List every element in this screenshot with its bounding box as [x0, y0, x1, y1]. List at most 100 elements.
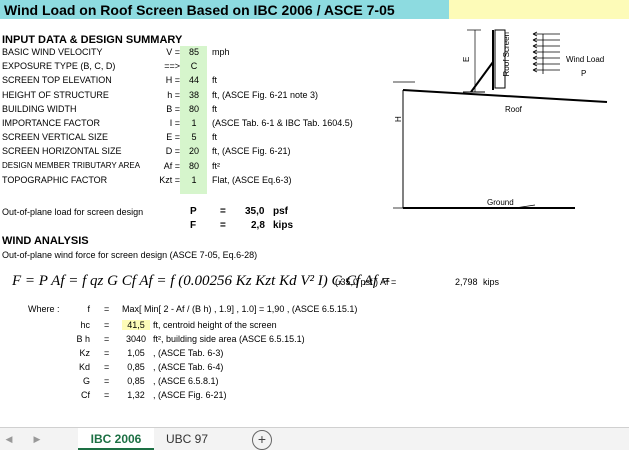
- where-eq: =: [104, 376, 110, 386]
- input-value-cell[interactable]: 20: [184, 145, 204, 158]
- where-symbol: Cf: [81, 390, 90, 400]
- where-eq: =: [104, 320, 110, 330]
- worksheet: Wind Load on Roof Screen Based on IBC 20…: [0, 0, 629, 427]
- input-symbol: h =: [167, 90, 180, 100]
- where-symbol: hc: [80, 320, 90, 330]
- where-description: ft, centroid height of the screen: [153, 320, 277, 330]
- input-value-cell[interactable]: C: [184, 60, 204, 73]
- where-description: , (ASCE Tab. 6-4): [153, 362, 224, 372]
- where-eq: =: [104, 390, 110, 400]
- formula-unit: kips: [483, 277, 500, 287]
- input-unit: (ASCE Tab. 6-1 & IBC Tab. 1604.5): [212, 118, 353, 128]
- input-unit: ft, (ASCE Fig. 6-21 note 3): [212, 90, 319, 100]
- f-value: 2,8: [251, 220, 265, 231]
- input-label: BASIC WIND VELOCITY: [2, 47, 103, 57]
- input-label: EXPOSURE TYPE (B, C, D): [2, 61, 116, 71]
- input-section-heading: INPUT DATA & DESIGN SUMMARY: [2, 34, 183, 46]
- formula-result: 2,798: [455, 277, 478, 287]
- title-bar-accent: [449, 0, 629, 19]
- wind-arrows: [532, 31, 560, 74]
- input-symbol: H =: [165, 75, 180, 85]
- input-label: SCREEN TOP ELEVATION: [2, 75, 112, 85]
- input-symbol: B =: [166, 104, 180, 114]
- formula-pressure: ( 35,0 psf ) Af =: [335, 277, 397, 287]
- p-symbol: P: [190, 206, 197, 217]
- where-value: 0,85: [127, 362, 145, 372]
- tab-ubc-97[interactable]: UBC 97: [156, 428, 218, 450]
- f-symbol: F: [190, 220, 197, 231]
- input-unit: ft: [212, 75, 218, 85]
- input-unit: Flat, (ASCE Eq.6-3): [212, 175, 292, 185]
- where-description: , (ASCE 6.5.8.1): [153, 376, 219, 386]
- p-value: 35,0: [245, 206, 265, 217]
- p-label: P: [581, 69, 586, 78]
- input-symbol: D =: [165, 146, 180, 156]
- input-symbol: I =: [169, 118, 180, 128]
- input-label: IMPORTANCE FACTOR: [2, 118, 101, 128]
- sheet-title: Wind Load on Roof Screen Based on IBC 20…: [4, 2, 395, 18]
- input-unit: ft²: [212, 161, 220, 171]
- roof-label: Roof: [505, 105, 523, 114]
- where-label: Where :: [28, 304, 60, 314]
- where-symbol: B h: [76, 334, 90, 344]
- where-symbol: G: [82, 376, 90, 386]
- sheet-tab-bar: ◀ ▶ IBC 2006 UBC 97 +: [0, 427, 629, 450]
- input-value-cell[interactable]: 80: [184, 160, 204, 173]
- where-eq: =: [104, 362, 110, 372]
- where-eq: =: [104, 334, 110, 344]
- where-value: 3040: [125, 334, 147, 344]
- input-unit: mph: [212, 47, 230, 57]
- input-label: BUILDING WIDTH: [2, 104, 77, 114]
- where-eq: =: [104, 348, 110, 358]
- input-value-cell[interactable]: 1: [184, 117, 204, 130]
- where-value: 0,85: [127, 376, 145, 386]
- input-label: SCREEN VERTICAL SIZE: [2, 132, 109, 142]
- ground-label: Ground: [487, 198, 514, 207]
- input-value-cell[interactable]: 85: [184, 46, 204, 59]
- input-symbol: Af =: [163, 161, 180, 171]
- roof-line: [402, 89, 608, 103]
- input-label: SCREEN HORIZONTAL SIZE: [2, 146, 122, 156]
- screen-label: Roof Screen: [502, 32, 511, 76]
- where-description: ft², building side area (ASCE 6.5.15.1): [153, 334, 305, 344]
- input-unit: ft, (ASCE Fig. 6-21): [212, 146, 291, 156]
- where-symbol: Kd: [78, 362, 90, 372]
- input-value-cell[interactable]: 44: [184, 74, 204, 87]
- input-symbol: Kzt =: [159, 175, 180, 185]
- input-symbol: ==>: [164, 61, 180, 71]
- scroll-left-icon[interactable]: ◀: [2, 428, 16, 450]
- where-symbol: f: [87, 304, 90, 314]
- where-value[interactable]: 41,5: [122, 320, 150, 330]
- input-value-cell[interactable]: 80: [184, 103, 204, 116]
- input-symbol: V =: [166, 47, 180, 57]
- where-value: 1,32: [127, 390, 145, 400]
- where-description: , (ASCE Tab. 6-3): [153, 348, 224, 358]
- where-symbol: Kz: [79, 348, 90, 358]
- where-eq: =: [104, 304, 110, 314]
- where-value: 1,05: [127, 348, 145, 358]
- p-eq: =: [220, 206, 226, 217]
- f-eq: =: [220, 220, 226, 231]
- f-expression: Max[ Min[ 2 - Af / (B h) , 1.9] , 1.0] =…: [122, 304, 358, 314]
- p-unit: psf: [273, 206, 288, 217]
- input-label: DESIGN MEMBER TRIBUTARY AREA: [2, 161, 141, 170]
- input-label: TOPOGRAPHIC FACTOR: [2, 175, 108, 185]
- scroll-right-icon[interactable]: ▶: [30, 428, 44, 450]
- f-unit: kips: [273, 220, 294, 231]
- wind-subheading: Out-of-plane wind force for screen desig…: [2, 250, 258, 260]
- add-sheet-icon[interactable]: +: [252, 430, 272, 450]
- tab-ibc-2006[interactable]: IBC 2006: [78, 428, 154, 450]
- outofplane-label: Out-of-plane load for screen design: [2, 207, 144, 217]
- input-label: HEIGHT OF STRUCTURE: [2, 90, 109, 100]
- where-description: , (ASCE Fig. 6-21): [153, 390, 227, 400]
- input-unit: ft: [212, 104, 218, 114]
- roof-screen-diagram: Roof Screen Wind Load P Roof Ground H E: [393, 29, 608, 209]
- input-value-cell[interactable]: 38: [184, 89, 204, 102]
- screen-brace: [470, 61, 494, 93]
- input-unit: ft: [212, 132, 218, 142]
- wind-section-heading: WIND ANALYSIS: [2, 235, 89, 247]
- e-dimension-label: E: [462, 57, 471, 62]
- input-value-cell[interactable]: 1: [184, 174, 204, 187]
- input-value-cell[interactable]: 5: [184, 131, 204, 144]
- input-symbol: E =: [166, 132, 180, 142]
